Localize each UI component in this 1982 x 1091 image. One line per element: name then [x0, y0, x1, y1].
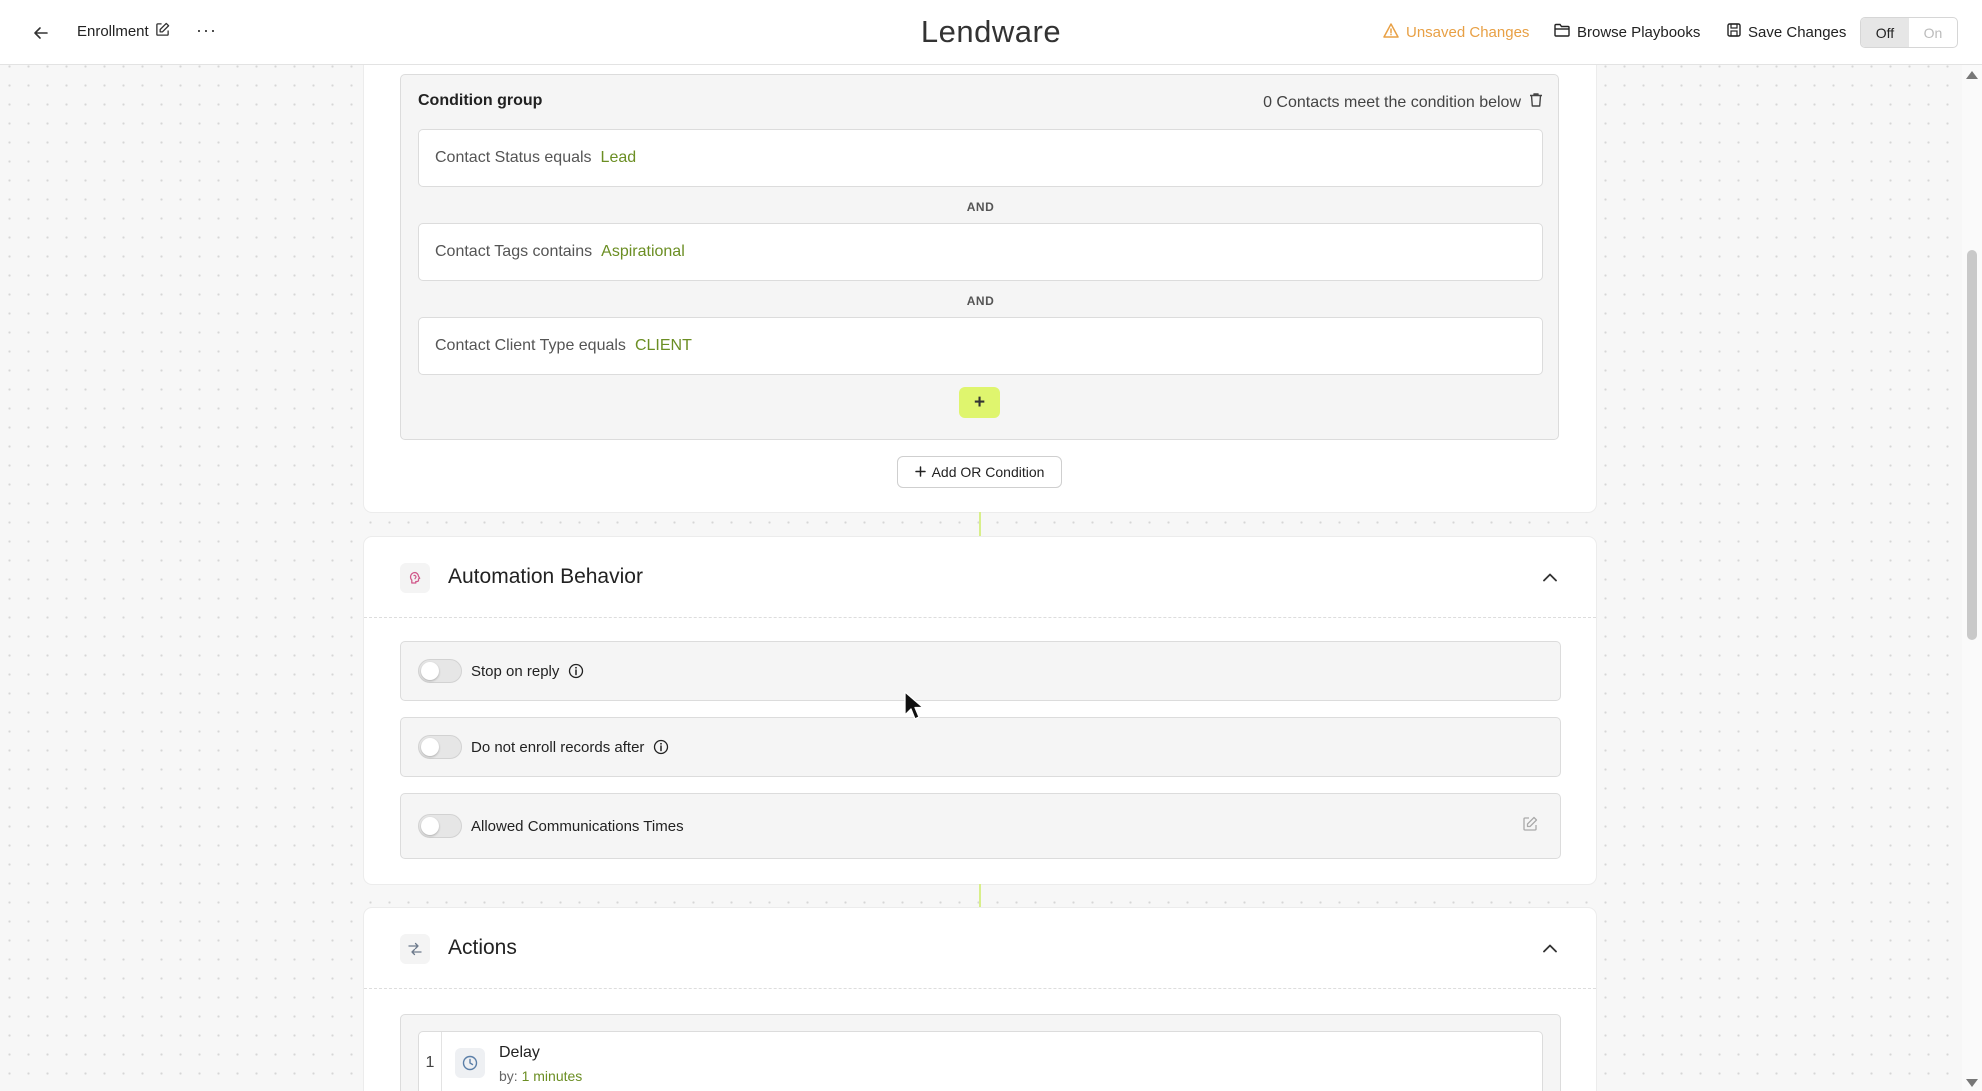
action-name: Delay	[499, 1044, 540, 1061]
flow-connector	[979, 884, 981, 908]
scroll-up-arrow-icon[interactable]	[1966, 71, 1978, 79]
allowed-communications-times-label: Allowed Communications Times	[471, 817, 684, 835]
playbook-title[interactable]: Enrollment	[77, 22, 170, 41]
action-item-delay[interactable]: 1 Delay by: 1 minutes	[418, 1031, 1543, 1091]
more-options-icon[interactable]: ···	[196, 20, 217, 41]
mouse-cursor-icon	[904, 691, 924, 721]
info-icon[interactable]	[653, 739, 669, 755]
action-index: 1	[419, 1032, 442, 1091]
condition-group-title: Condition group	[418, 92, 543, 109]
add-or-condition-button[interactable]: Add OR Condition	[897, 456, 1062, 488]
add-or-condition-label: Add OR Condition	[931, 464, 1045, 480]
stop-on-reply-row: Stop on reply	[400, 641, 1561, 701]
condition-row[interactable]: Contact Client Type equals CLIENT	[418, 317, 1543, 375]
chevron-up-icon[interactable]	[1540, 567, 1560, 587]
and-separator: AND	[966, 294, 995, 308]
toggle-on-option[interactable]: On	[1909, 18, 1957, 47]
condition-count: 0 Contacts meet the condition below	[1263, 92, 1543, 113]
clock-icon	[455, 1048, 485, 1078]
actions-card: Actions 1 Delay by: 1 minutes	[364, 908, 1596, 1091]
condition-label: Contact Tags contains	[435, 243, 593, 260]
automation-behavior-header: Automation Behavior	[364, 537, 1596, 618]
actions-header: Actions	[364, 908, 1596, 989]
automation-behavior-title: Automation Behavior	[448, 565, 643, 588]
folder-icon	[1554, 23, 1570, 41]
top-bar: Enrollment ··· Lendware Unsaved Changes …	[0, 0, 1982, 65]
allowed-communications-times-row: Allowed Communications Times	[400, 793, 1561, 859]
trash-icon[interactable]	[1529, 92, 1543, 113]
do-not-enroll-after-switch[interactable]	[418, 735, 462, 759]
condition-label: Contact Status equals	[435, 149, 592, 166]
condition-row[interactable]: Contact Status equals Lead	[418, 129, 1543, 187]
action-detail-value: 1 minutes	[521, 1068, 583, 1084]
actions-flow-icon	[400, 934, 430, 964]
action-detail: by: 1 minutes	[499, 1068, 582, 1084]
unsaved-changes-indicator: Unsaved Changes	[1383, 23, 1529, 42]
playbook-title-text: Enrollment	[77, 23, 149, 40]
flow-connector	[979, 512, 981, 537]
do-not-enroll-after-label: Do not enroll records after	[471, 738, 645, 756]
brain-icon	[400, 563, 430, 593]
save-changes-button[interactable]: Save Changes	[1727, 23, 1846, 41]
stop-on-reply-switch[interactable]	[418, 659, 462, 683]
playbook-on-off-toggle[interactable]: Off On	[1860, 17, 1958, 48]
browse-playbooks-label: Browse Playbooks	[1577, 23, 1701, 41]
condition-value: Lead	[600, 149, 637, 166]
enrollment-conditions-card: Condition group 0 Contacts meet the cond…	[364, 52, 1596, 512]
actions-title: Actions	[448, 936, 517, 959]
save-changes-label: Save Changes	[1748, 23, 1847, 41]
unsaved-changes-label: Unsaved Changes	[1406, 24, 1530, 41]
add-and-condition-button[interactable]: +	[959, 387, 1000, 418]
and-separator: AND	[966, 200, 995, 214]
edit-icon[interactable]	[1522, 816, 1538, 836]
condition-value: CLIENT	[634, 337, 692, 354]
actions-list: 1 Delay by: 1 minutes	[400, 1014, 1561, 1091]
condition-label: Contact Client Type equals	[435, 337, 626, 354]
plus-icon	[914, 464, 926, 480]
scrollbar-thumb[interactable]	[1967, 250, 1977, 640]
chevron-up-icon[interactable]	[1540, 938, 1560, 958]
back-arrow-icon[interactable]	[30, 22, 52, 44]
vertical-scrollbar[interactable]	[1962, 65, 1982, 1091]
condition-value: Aspirational	[601, 243, 685, 260]
edit-icon[interactable]	[155, 22, 170, 41]
stop-on-reply-label: Stop on reply	[471, 662, 560, 680]
allowed-communications-times-switch[interactable]	[418, 814, 462, 838]
condition-count-label: 0 Contacts meet the condition below	[1263, 93, 1521, 111]
brand-logo: Lendware	[920, 14, 1062, 49]
automation-behavior-card: Automation Behavior Stop on reply Do not…	[364, 537, 1596, 884]
warning-icon	[1383, 23, 1399, 42]
browse-playbooks-button[interactable]: Browse Playbooks	[1554, 23, 1700, 41]
do-not-enroll-after-row: Do not enroll records after	[400, 717, 1561, 777]
save-icon	[1727, 23, 1741, 41]
scroll-down-arrow-icon[interactable]	[1966, 1079, 1978, 1087]
action-detail-label: by:	[499, 1068, 518, 1084]
condition-row[interactable]: Contact Tags contains Aspirational	[418, 223, 1543, 281]
info-icon[interactable]	[568, 663, 584, 679]
toggle-off-option[interactable]: Off	[1861, 18, 1909, 47]
condition-group: Condition group 0 Contacts meet the cond…	[400, 74, 1559, 440]
